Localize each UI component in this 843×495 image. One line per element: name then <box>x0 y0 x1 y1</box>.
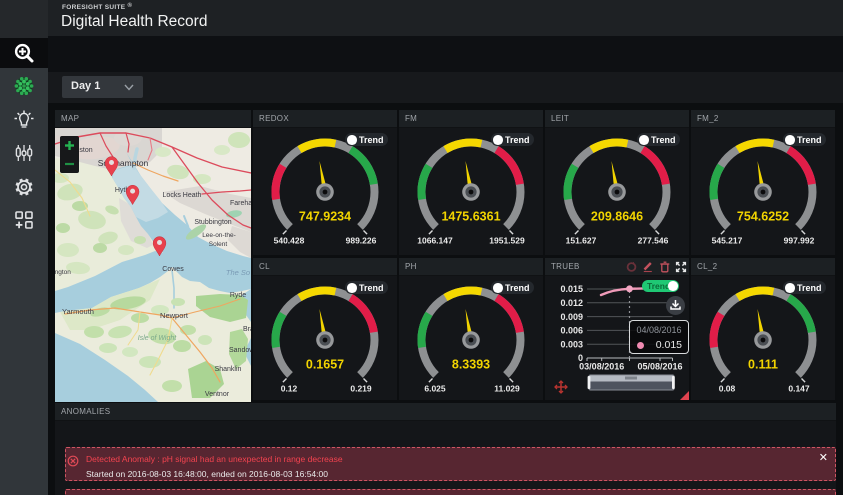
svg-text:Ventnor: Ventnor <box>205 391 230 398</box>
svg-text:0.1657: 0.1657 <box>306 358 344 372</box>
svg-text:Locks Heath: Locks Heath <box>163 192 202 199</box>
svg-text:Solent: Solent <box>209 241 228 248</box>
svg-text:Sandow: Sandow <box>229 347 251 354</box>
svg-text:754.6252: 754.6252 <box>737 210 789 224</box>
svg-text:997.992: 997.992 <box>784 236 815 246</box>
svg-text:0.009: 0.009 <box>560 312 583 322</box>
svg-text:747.9234: 747.9234 <box>299 210 351 224</box>
svg-text:Newport: Newport <box>160 311 189 320</box>
svg-text:989.226: 989.226 <box>346 236 377 246</box>
svg-text:1066.147: 1066.147 <box>417 236 453 246</box>
svg-text:0.006: 0.006 <box>560 326 583 336</box>
svg-text:0.147: 0.147 <box>788 384 810 394</box>
svg-text:Bra: Bra <box>243 326 251 333</box>
svg-text:ston: ston <box>79 147 92 154</box>
svg-text:Cowes: Cowes <box>162 266 184 273</box>
svg-text:Stubbington: Stubbington <box>194 219 231 226</box>
svg-text:Isle of Wight: Isle of Wight <box>138 335 178 342</box>
svg-text:0.003: 0.003 <box>560 339 583 349</box>
svg-text:0.08: 0.08 <box>719 384 736 394</box>
svg-text:1475.6361: 1475.6361 <box>441 210 500 224</box>
svg-text:277.546: 277.546 <box>638 236 669 246</box>
svg-text:0.219: 0.219 <box>350 384 372 394</box>
svg-text:ington: ington <box>55 269 71 276</box>
svg-text:11.029: 11.029 <box>494 384 520 394</box>
svg-text:03/08/2016: 03/08/2016 <box>579 362 624 372</box>
svg-text:540.428: 540.428 <box>274 236 305 246</box>
svg-text:209.8646: 209.8646 <box>591 210 643 224</box>
svg-text:Shanklin: Shanklin <box>215 366 242 373</box>
svg-text:0.015: 0.015 <box>560 284 583 294</box>
svg-text:0.111: 0.111 <box>748 358 778 372</box>
svg-text:1951.529: 1951.529 <box>489 236 525 246</box>
svg-text:0.012: 0.012 <box>560 298 583 308</box>
svg-text:Ryde: Ryde <box>230 292 246 299</box>
svg-text:Lee-on-the-: Lee-on-the- <box>202 232 236 239</box>
svg-text:Yarmouth: Yarmouth <box>62 307 94 316</box>
svg-text:The So: The So <box>226 268 250 277</box>
svg-text:0.12: 0.12 <box>281 384 298 394</box>
svg-text:151.627: 151.627 <box>566 236 597 246</box>
svg-text:8.3393: 8.3393 <box>452 358 490 372</box>
svg-text:545.217: 545.217 <box>712 236 743 246</box>
svg-text:6.025: 6.025 <box>424 384 446 394</box>
svg-text:05/08/2016: 05/08/2016 <box>637 362 682 372</box>
svg-text:Fareham: Fareham <box>230 200 251 207</box>
